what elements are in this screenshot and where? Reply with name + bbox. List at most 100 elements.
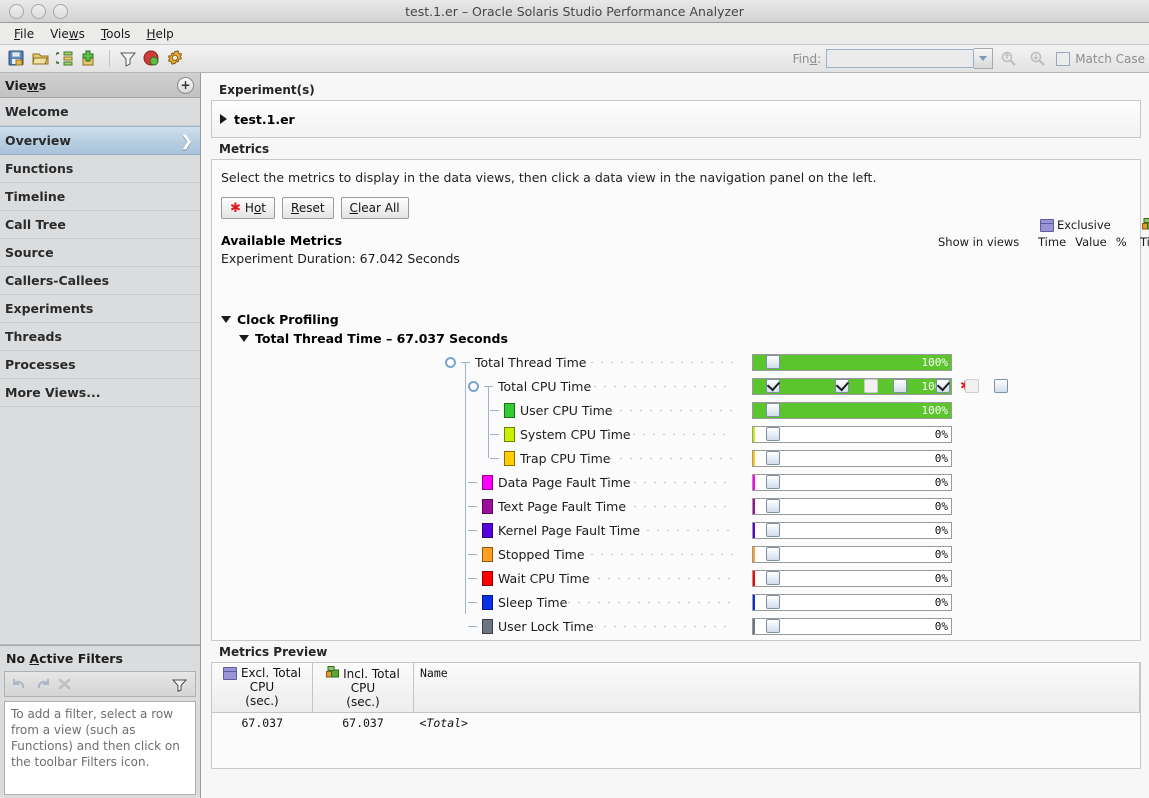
show-in-views-checkbox[interactable] bbox=[766, 571, 780, 585]
sidebar-item-label: Callers-Callees bbox=[5, 273, 110, 288]
add-experiment-icon[interactable] bbox=[78, 48, 100, 69]
metric-name: Wait CPU Time bbox=[498, 570, 590, 586]
sidebar-item-timeline[interactable]: Timeline bbox=[0, 183, 200, 211]
exclusive-checkbox-0[interactable] bbox=[835, 377, 849, 393]
compare-experiments-icon[interactable] bbox=[54, 48, 76, 69]
settings-gear-icon[interactable] bbox=[165, 48, 187, 69]
show-in-views-checkbox[interactable] bbox=[766, 523, 780, 537]
reset-button[interactable]: Reset bbox=[282, 197, 334, 219]
sidebar-item-more-views[interactable]: More Views... bbox=[0, 379, 200, 407]
open-experiment-icon[interactable] bbox=[30, 48, 52, 69]
tree-branch-line bbox=[461, 361, 470, 363]
sidebar-item-experiments[interactable]: Experiments bbox=[0, 295, 200, 323]
menu-help[interactable]: Help bbox=[138, 25, 181, 43]
inclusive-checkbox-0[interactable] bbox=[936, 377, 950, 393]
clear-all-button[interactable]: Clear All bbox=[340, 197, 409, 219]
metric-row[interactable]: Sleep Time 0% bbox=[212, 590, 1140, 614]
show-in-views-checkbox[interactable] bbox=[766, 355, 780, 369]
metric-row[interactable]: Kernel Page Fault Time 0% bbox=[212, 518, 1140, 542]
tree-expand-knob-icon[interactable] bbox=[445, 356, 456, 368]
find-input-field[interactable] bbox=[827, 50, 974, 67]
sidebar-item-call-tree[interactable]: Call Tree bbox=[0, 211, 200, 239]
exclusive-checkbox-2[interactable] bbox=[893, 379, 907, 393]
preview-col-excl[interactable]: Excl. Total CPU (sec.) bbox=[212, 663, 313, 713]
find-next-icon[interactable] bbox=[1027, 48, 1049, 69]
filters-toolbar bbox=[4, 671, 196, 697]
find-previous-icon[interactable] bbox=[998, 48, 1020, 69]
metric-row[interactable]: User CPU Time 100% bbox=[212, 398, 1140, 422]
show-in-views-checkbox[interactable] bbox=[766, 499, 780, 513]
show-in-views-checkbox[interactable] bbox=[766, 403, 780, 417]
show-in-views-checkbox[interactable] bbox=[766, 547, 780, 561]
show-in-views-checkbox[interactable] bbox=[766, 475, 780, 489]
sidebar-item-welcome[interactable]: Welcome bbox=[0, 98, 200, 126]
metric-row[interactable]: System CPU Time 0% bbox=[212, 422, 1140, 446]
inclusive-checkbox-2[interactable] bbox=[994, 379, 1008, 393]
match-case-checkbox[interactable] bbox=[1056, 51, 1071, 66]
metric-row[interactable]: Wait CPU Time 0% bbox=[212, 566, 1140, 590]
metric-row[interactable]: Total CPU Time100%✱ bbox=[212, 374, 1140, 398]
metric-progress-bar: 0% bbox=[752, 425, 952, 443]
leader-dots bbox=[630, 482, 733, 483]
col-inclusive-subheads: Time Value % bbox=[1140, 235, 1149, 249]
leader-dots bbox=[605, 410, 733, 411]
menu-file[interactable]: File bbox=[6, 25, 42, 43]
preview-cell-incl: 67.037 bbox=[342, 716, 384, 730]
metric-label-group: Text Page Fault Time bbox=[468, 498, 626, 514]
save-experiment-icon[interactable] bbox=[6, 48, 28, 69]
sidebar-item-functions[interactable]: Functions bbox=[0, 155, 200, 183]
filter-icon[interactable] bbox=[168, 674, 190, 694]
sidebar-item-label: Source bbox=[5, 245, 54, 260]
preview-col-incl[interactable]: Incl. Total CPU (sec.) bbox=[312, 663, 414, 713]
expand-triangle-icon[interactable] bbox=[220, 114, 227, 124]
menu-views[interactable]: Views bbox=[42, 25, 93, 43]
leader-dots bbox=[630, 506, 733, 507]
metric-name: Data Page Fault Time bbox=[498, 474, 631, 490]
show-in-views-checkbox[interactable] bbox=[766, 427, 780, 441]
metric-percent-label: 100% bbox=[921, 355, 949, 369]
preview-col-incl-title: Incl. Total bbox=[319, 666, 407, 681]
preview-col-incl-line2: CPU bbox=[350, 681, 376, 695]
show-in-views-checkbox[interactable] bbox=[766, 377, 780, 393]
redo-icon[interactable] bbox=[31, 674, 53, 694]
metric-row[interactable]: Trap CPU Time 0% bbox=[212, 446, 1140, 470]
metric-row[interactable]: Data Page Fault Time 0% bbox=[212, 470, 1140, 494]
exclusive-icon bbox=[222, 666, 237, 680]
collapse-triangle-icon[interactable] bbox=[239, 335, 249, 342]
group-clock-profiling[interactable]: Clock Profiling bbox=[221, 312, 339, 327]
table-row[interactable]: 67.037 67.037 <Total> bbox=[212, 713, 1140, 734]
sidebar-item-label: More Views... bbox=[5, 385, 101, 400]
add-view-button[interactable]: + bbox=[177, 76, 194, 94]
hot-button[interactable]: ✱ Hot bbox=[221, 197, 275, 219]
preview-col-name[interactable]: Name bbox=[413, 663, 1140, 713]
sidebar-item-label: Welcome bbox=[5, 104, 69, 119]
leader-dots bbox=[619, 434, 733, 435]
show-in-views-checkbox[interactable] bbox=[766, 595, 780, 609]
metric-row[interactable]: Total Thread Time 100% bbox=[212, 350, 1140, 374]
sidebar-item-processes[interactable]: Processes bbox=[0, 351, 200, 379]
sidebar-item-callers-callees[interactable]: Callers-Callees bbox=[0, 267, 200, 295]
metric-label-group: System CPU Time bbox=[490, 426, 631, 442]
menu-tools[interactable]: Tools bbox=[93, 25, 139, 43]
show-in-views-checkbox[interactable] bbox=[766, 451, 780, 465]
undo-icon[interactable] bbox=[9, 674, 31, 694]
tree-expand-knob-icon[interactable] bbox=[468, 380, 479, 392]
delete-icon[interactable] bbox=[53, 674, 75, 694]
find-input[interactable] bbox=[826, 49, 975, 68]
metric-name: Stopped Time bbox=[498, 546, 585, 562]
collapse-triangle-icon[interactable] bbox=[221, 316, 231, 323]
group-total-thread-time[interactable]: Total Thread Time – 67.037 Seconds bbox=[239, 331, 508, 346]
inclusive-icon bbox=[1142, 218, 1149, 233]
show-in-views-checkbox[interactable] bbox=[766, 619, 780, 633]
find-dropdown-button[interactable] bbox=[974, 48, 994, 69]
sidebar-item-overview[interactable]: Overview ❯ bbox=[0, 126, 200, 155]
metric-row[interactable]: User Lock Time 0% bbox=[212, 614, 1140, 638]
experiment-row[interactable]: test.1.er bbox=[220, 112, 295, 127]
sidebar-item-threads[interactable]: Threads bbox=[0, 323, 200, 351]
filters-icon[interactable] bbox=[117, 48, 139, 69]
metric-row[interactable]: Text Page Fault Time 0% bbox=[212, 494, 1140, 518]
preview-cell-name: <Total> bbox=[419, 716, 468, 730]
sidebar-item-source[interactable]: Source bbox=[0, 239, 200, 267]
metric-row[interactable]: Stopped Time 0% bbox=[212, 542, 1140, 566]
show-hide-functions-icon[interactable] bbox=[141, 48, 163, 69]
